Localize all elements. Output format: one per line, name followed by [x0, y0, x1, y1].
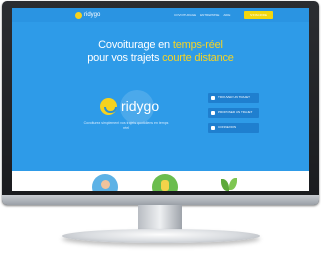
signup-button[interactable]: S'INSCRIRE	[244, 11, 273, 19]
monitor-chin	[2, 195, 319, 205]
leaf-part	[221, 179, 229, 191]
logo-icon	[75, 11, 82, 19]
top-nav: ridygo COVOITURAGE ENTREPRISE AIDE S'INS…	[12, 8, 309, 22]
brand-name: ridygo	[121, 98, 160, 114]
hero-title-highlight-2: courte distance	[162, 52, 234, 64]
nav-link-aide[interactable]: AIDE	[223, 13, 230, 17]
monitor-stand-neck	[138, 205, 182, 231]
logo-text: ridygo	[84, 11, 101, 18]
hero-title-prefix: Covoiturage en	[98, 39, 173, 51]
monitor-stand-base	[62, 229, 260, 243]
site-logo[interactable]: ridygo	[75, 11, 100, 19]
hero-title-line2-prefix: pour vos trajets	[87, 52, 163, 64]
leaf-part	[229, 178, 237, 190]
find-ride-button[interactable]: TROUVER UN TRAJET	[208, 93, 259, 103]
nav-links: COVOITURAGE ENTREPRISE AIDE	[174, 13, 230, 17]
leaf-icon	[218, 176, 240, 191]
car-icon	[211, 111, 215, 115]
screen: ridygo COVOITURAGE ENTREPRISE AIDE S'INS…	[12, 8, 309, 191]
user-icon	[211, 126, 215, 130]
nav-link-entreprise[interactable]: ENTREPRISE	[200, 13, 219, 17]
search-icon	[211, 96, 215, 100]
nav-link-covoiturage[interactable]: COVOITURAGE	[174, 13, 196, 17]
brand-tagline: Covoiturez simplement vos trajets quotid…	[83, 121, 169, 130]
hero-title: Covoiturage en temps-réel pour vos traje…	[12, 39, 309, 65]
find-ride-label: TROUVER UN TRAJET	[218, 95, 250, 100]
hero-title-highlight-1: temps-réel	[172, 39, 223, 51]
brand-block: ridygo	[100, 98, 159, 115]
smiley-logo-icon	[100, 98, 117, 115]
offer-ride-label: PROPOSER UN TRAJET	[218, 110, 253, 115]
action-buttons: TROUVER UN TRAJET PROPOSER UN TRAJET CON…	[208, 93, 259, 133]
offer-ride-button[interactable]: PROPOSER UN TRAJET	[208, 108, 259, 118]
login-button[interactable]: CONNEXION	[208, 123, 259, 133]
monitor-frame: ridygo COVOITURAGE ENTREPRISE AIDE S'INS…	[2, 1, 319, 205]
login-label: CONNEXION	[218, 125, 237, 130]
